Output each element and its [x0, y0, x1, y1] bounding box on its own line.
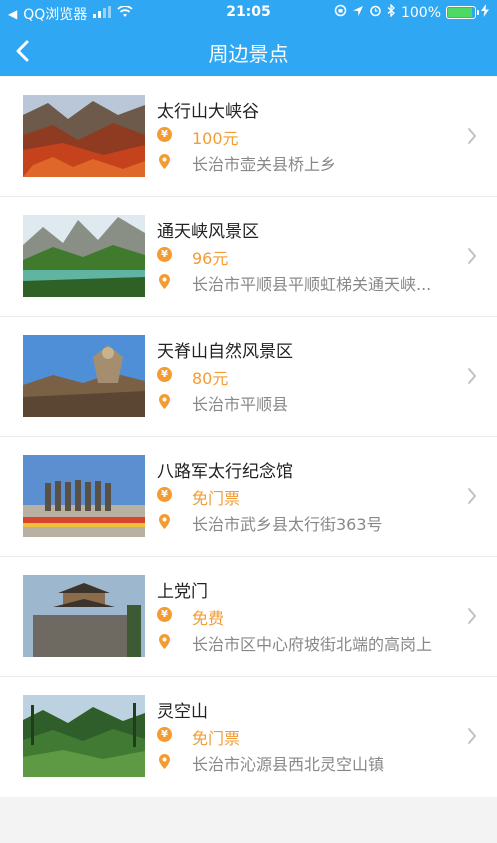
spot-address: 长治市沁源县西北灵空山镇 — [192, 755, 385, 774]
spot-item[interactable]: 灵空山 ¥ 免门票 长治市沁源县西北灵空山镇 — [0, 677, 497, 797]
spot-name: 天脊山自然风景区 — [157, 342, 293, 362]
location-arrow-icon — [352, 5, 364, 21]
spot-thumbnail — [23, 455, 145, 537]
yen-icon: ¥ — [157, 367, 172, 382]
spot-item[interactable]: 通天峡风景区 ¥ 96元 长治市平顺县平顺虹梯关通天峡... — [0, 197, 497, 317]
address-row: 长治市武乡县太行街363号 — [157, 513, 383, 534]
spot-name: 太行山大峡谷 — [157, 102, 259, 122]
chevron-right-icon — [468, 608, 477, 624]
spot-name: 上党门 — [157, 582, 208, 602]
spot-name: 八路军太行纪念馆 — [157, 462, 293, 482]
spot-price: 免门票 — [192, 729, 241, 748]
spot-address: 长治市武乡县太行街363号 — [192, 515, 383, 534]
bluetooth-icon — [387, 3, 396, 21]
location-pin-icon — [159, 274, 170, 289]
charging-icon — [481, 4, 489, 21]
spot-thumbnail — [23, 95, 145, 177]
chevron-right-icon — [468, 488, 477, 504]
nav-bar: 周边景点 — [0, 26, 497, 76]
address-row: 长治市平顺县平顺虹梯关通天峡... — [157, 273, 431, 294]
price-row: ¥ 免门票 — [157, 487, 240, 508]
price-row: ¥ 96元 — [157, 247, 228, 268]
yen-icon: ¥ — [157, 127, 172, 142]
battery-percent: 100% — [400, 4, 441, 21]
battery-icon — [446, 6, 479, 19]
spot-name: 灵空山 — [157, 702, 208, 722]
alarm-icon — [369, 4, 382, 21]
spot-price: 100元 — [192, 129, 239, 148]
spot-item[interactable]: 上党门 ¥ 免费 长治市区中心府坡街北端的高岗上 — [0, 557, 497, 677]
location-pin-icon — [159, 394, 170, 409]
price-row: ¥ 80元 — [157, 367, 228, 388]
yen-icon: ¥ — [157, 607, 172, 622]
chevron-right-icon — [468, 128, 477, 144]
chevron-right-icon — [468, 248, 477, 264]
lock-rotation-icon — [334, 4, 347, 21]
spot-price: 80元 — [192, 369, 229, 388]
yen-icon: ¥ — [157, 727, 172, 742]
address-row: 长治市区中心府坡街北端的高岗上 — [157, 633, 432, 654]
spot-item[interactable]: 八路军太行纪念馆 ¥ 免门票 长治市武乡县太行街363号 — [0, 437, 497, 557]
address-row: 长治市壶关县桥上乡 — [157, 153, 336, 174]
spot-address: 长治市区中心府坡街北端的高岗上 — [192, 635, 433, 654]
price-row: ¥ 免门票 — [157, 727, 240, 748]
spot-address: 长治市平顺县平顺虹梯关通天峡... — [192, 275, 432, 294]
spot-item[interactable]: 太行山大峡谷 ¥ 100元 长治市壶关县桥上乡 — [0, 77, 497, 197]
spot-thumbnail — [23, 215, 145, 297]
spot-thumbnail — [23, 575, 145, 657]
spot-price: 免门票 — [192, 489, 241, 508]
location-pin-icon — [159, 634, 170, 649]
location-pin-icon — [159, 754, 170, 769]
status-bar: ◀ QQ浏览器 21:05 100% — [0, 0, 497, 26]
spot-thumbnail — [23, 695, 145, 777]
spot-price: 96元 — [192, 249, 229, 268]
page-title: 周边景点 — [208, 42, 289, 66]
top-bar: ◀ QQ浏览器 21:05 100% 周边景点 — [0, 0, 497, 76]
yen-icon: ¥ — [157, 487, 172, 502]
spot-address: 长治市壶关县桥上乡 — [192, 155, 337, 174]
spot-address: 长治市平顺县 — [192, 395, 289, 414]
spot-price: 免费 — [192, 609, 225, 628]
price-row: ¥ 100元 — [157, 127, 239, 148]
yen-icon: ¥ — [157, 247, 172, 262]
chevron-right-icon — [468, 728, 477, 744]
address-row: 长治市平顺县 — [157, 393, 288, 414]
location-pin-icon — [159, 514, 170, 529]
spot-thumbnail — [23, 335, 145, 417]
price-row: ¥ 免费 — [157, 607, 224, 628]
location-pin-icon — [159, 154, 170, 169]
spot-list: 太行山大峡谷 ¥ 100元 长治市壶关县桥上乡 通天峡风景区 ¥ 96元 长治市… — [0, 77, 497, 797]
address-row: 长治市沁源县西北灵空山镇 — [157, 753, 384, 774]
spot-item[interactable]: 天脊山自然风景区 ¥ 80元 长治市平顺县 — [0, 317, 497, 437]
chevron-right-icon — [468, 368, 477, 384]
spot-name: 通天峡风景区 — [157, 222, 259, 242]
